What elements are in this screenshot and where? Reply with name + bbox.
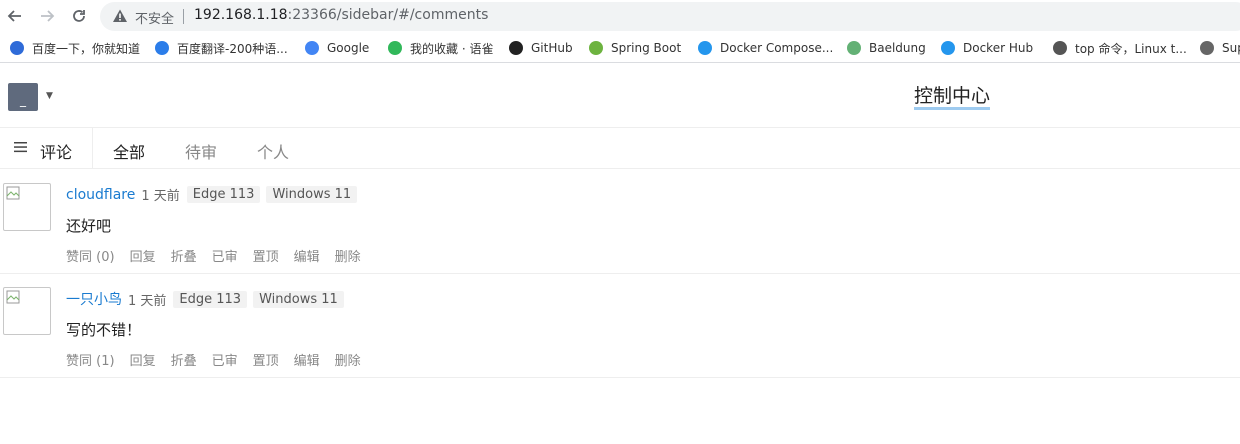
bookmark-label: Google [327,41,370,55]
broken-image-icon [6,186,20,200]
tabs-divider [92,128,93,168]
yuque-icon [388,41,402,55]
bookmark-item[interactable]: Docker Compose... [698,39,833,57]
tab-mine[interactable]: 个人 [257,139,289,163]
comment-time: 1 天前 [128,293,167,309]
bookmark-item[interactable]: 百度一下，你就知道 [10,39,140,57]
spring-icon [589,41,603,55]
bookmark-item[interactable]: Baeldung [847,39,926,57]
bookmark-item[interactable]: Spring Boot [589,39,681,57]
baidu-paw-icon [10,41,24,55]
globe-icon [1200,41,1214,55]
pin-button[interactable]: 置顶 [253,246,279,265]
avatar[interactable]: _ [8,83,38,111]
dockerhub-icon [941,41,955,55]
like-button[interactable]: 赞同 (1) [66,350,115,369]
tab-pending[interactable]: 待审 [185,139,217,163]
reply-button[interactable]: 回复 [130,246,156,265]
bookmark-label: 百度一下，你就知道 [32,41,141,56]
reload-icon [73,10,85,22]
browser-badge: Edge 113 [186,186,261,203]
reload-button[interactable] [67,4,91,28]
security-label: 不安全 [135,12,175,27]
os-badge: Windows 11 [253,290,344,308]
pin-button[interactable]: 置顶 [253,350,279,369]
bookmark-item[interactable]: Google [305,39,369,57]
forward-button[interactable] [35,4,59,28]
comment-avatar[interactable] [3,287,51,335]
browser-toolbar: 不安全 192.168.1.18:23366/sidebar/#/comment… [0,0,1240,33]
address-bar[interactable]: 不安全 192.168.1.18:23366/sidebar/#/comment… [100,2,1240,31]
comments-tabs-bar: 评论 全部 待审 个人 [0,128,1240,169]
delete-button[interactable]: 删除 [335,350,361,369]
approve-button[interactable]: 已审 [212,350,238,369]
app-header: _ ▼ 控制中心 [0,67,1240,128]
comment-item: cloudflare 1 天前 Edge 113 Windows 11 还好吧赞同 (0… [0,169,1240,274]
comment-content: 还好吧 [66,217,112,235]
bookmark-label: 我的收藏 · 语雀 [410,41,494,56]
back-button[interactable] [3,4,27,28]
hamburger-menu-icon[interactable] [14,140,28,154]
broken-image-icon [6,290,20,304]
section-title: 评论 [40,143,73,162]
bookmark-item[interactable]: Docker Hub [941,39,1033,57]
delete-button[interactable]: 删除 [335,246,361,265]
docker-icon [698,41,712,55]
approve-button[interactable]: 已审 [212,246,238,265]
bookmark-label: Docker Compose... [720,41,834,55]
comment-meta: cloudflare 1 天前 Edge 113 Windows 11 [66,185,363,204]
caret-down-icon[interactable]: ▼ [46,91,53,101]
comment-actions: 赞同 (1) 回复 折叠 已审 置顶 编辑 删除 [66,350,376,369]
url-divider [183,9,184,24]
os-badge: Windows 11 [266,186,358,203]
page-title[interactable]: 控制中心 [914,85,991,110]
browser-badge: Edge 113 [173,290,248,308]
collapse-button[interactable]: 折叠 [171,350,197,369]
comment-item: 一只小鸟 1 天前 Edge 113 Windows 11 写的不错！ 赞同 (1) 回复折… [0,273,1240,378]
bookmark-label: Spring Boot [611,41,682,55]
bookmark-label: GitHub [531,41,573,55]
bookmark-item[interactable]: Sup [1200,39,1240,57]
bookmarks-bar: 百度一下，你就知道 百度翻译-200种语... Google 我的收藏 · 语雀 Git… [0,34,1240,63]
forward-arrow-icon [41,10,55,22]
comment-actions: 赞同 (0) 回复 折叠 已审 置顶 编辑 删除 [66,246,376,265]
bookmark-item[interactable]: 百度翻译-200种语... [155,39,288,57]
comment-content: 写的不错！ [66,321,142,339]
reply-button[interactable]: 回复 [130,350,156,369]
comment-author[interactable]: 一只小鸟 [66,289,122,309]
tab-all[interactable]: 全部 [113,139,145,163]
collapse-button[interactable]: 折叠 [171,246,197,265]
url-text[interactable]: 192.168.1.18:23366/sidebar/#/comments [194,7,488,23]
bookmark-label: top 命令，Linux t... [1075,41,1187,56]
comment-time: 1 天前 [141,189,180,204]
comment-avatar[interactable] [3,183,51,231]
bookmark-item[interactable]: 我的收藏 · 语雀 [388,39,493,57]
comment-author[interactable]: cloudflare [66,187,135,203]
bookmark-label: Docker Hub [963,41,1034,55]
bookmark-label: Sup [1222,41,1240,55]
github-icon [509,41,523,55]
url-host: 192.168.1.18 [194,7,288,23]
like-button[interactable]: 赞同 (0) [66,246,115,265]
bookmark-item[interactable]: GitHub [509,39,573,57]
baeldung-icon [847,41,861,55]
bookmark-label: Baeldung [869,41,926,55]
bookmark-item[interactable]: top 命令，Linux t... [1053,39,1187,57]
google-icon [305,41,319,55]
linux-tux-icon [1053,41,1067,55]
back-arrow-icon [7,10,21,22]
bookmark-label: 百度翻译-200种语... [177,41,288,56]
edit-button[interactable]: 编辑 [294,246,320,265]
url-path: :23366/sidebar/#/comments [287,7,489,23]
edit-button[interactable]: 编辑 [294,350,320,369]
warning-triangle-icon [113,9,127,22]
translate-icon [155,41,169,55]
comment-meta: 一只小鸟 1 天前 Edge 113 Windows 11 [66,289,350,309]
